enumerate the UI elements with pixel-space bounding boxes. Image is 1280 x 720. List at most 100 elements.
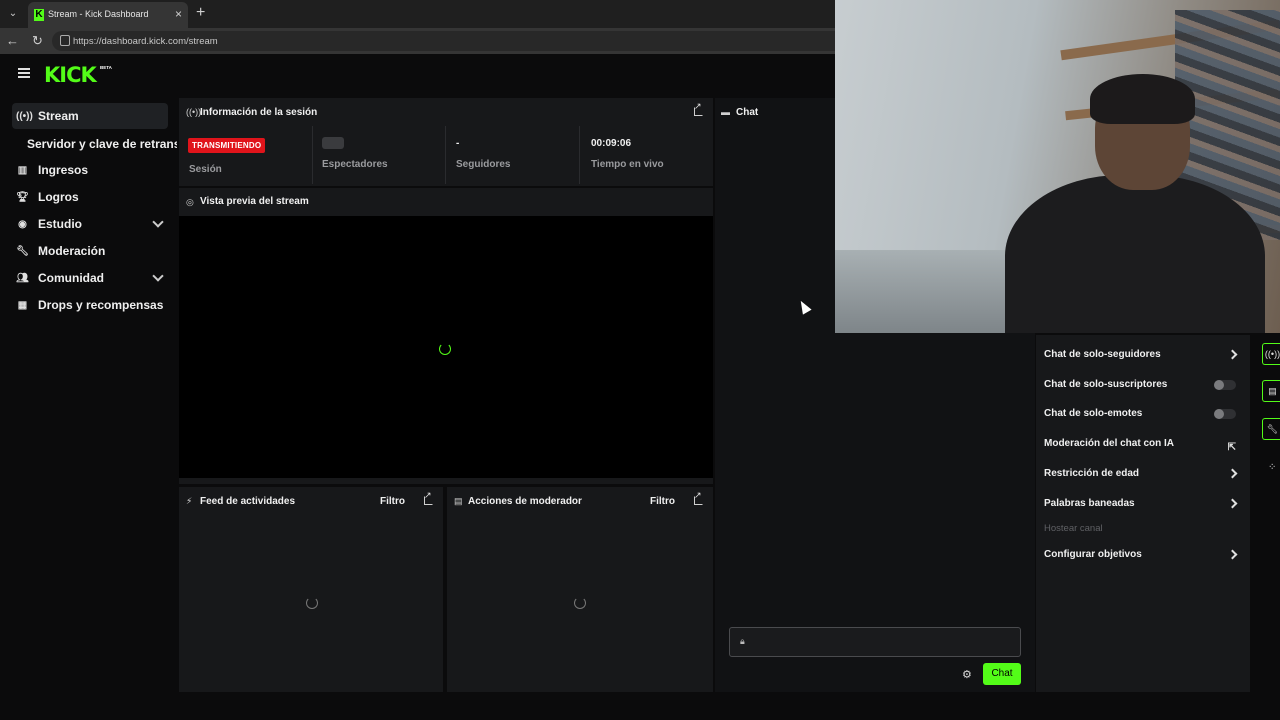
sidebar-item-stream[interactable]: ((•)) Stream — [12, 103, 168, 129]
panel-title: Feed de actividades — [200, 496, 296, 507]
panel-title: Información de la sesión — [200, 107, 318, 118]
kick-logo[interactable]: KICK — [44, 63, 97, 87]
subscribers-only-toggle[interactable] — [1214, 380, 1236, 390]
sidebar: ((•)) Stream ▥ Ingresos 🏆︎ Logros ◉ Estu… — [0, 96, 178, 696]
streamer-hair — [1090, 74, 1195, 124]
setting-label: Chat de solo-seguidores — [1044, 349, 1161, 360]
filter-button[interactable]: Filtro — [650, 496, 675, 507]
chevron-right-icon — [1227, 349, 1238, 360]
loading-spinner — [439, 343, 451, 355]
sidebar-item-estudio[interactable]: ◉ Estudio — [12, 211, 168, 237]
streamer — [985, 74, 1265, 333]
popout-icon[interactable] — [694, 490, 703, 505]
moderator-actions-panel: ▤ Acciones de moderador Filtro — [447, 487, 713, 692]
activity-feed-panel: ⚡︎ Feed de actividades Filtro — [179, 487, 443, 692]
stat-viewers: Espectadores — [312, 126, 446, 184]
reload-icon[interactable]: ↻ — [32, 33, 43, 49]
setting-label: Chat de solo-suscriptores — [1044, 379, 1168, 390]
streamer-body — [1005, 175, 1265, 333]
tab-title: Stream - Kick Dashboard — [48, 9, 149, 19]
panel-title: Acciones de moderador — [468, 496, 582, 507]
wrench-icon: 🔧︎ — [16, 245, 29, 257]
chevron-down-icon[interactable] — [152, 216, 164, 228]
kick-favicon-icon: K — [34, 9, 44, 21]
broadcast-icon: ((•)) — [186, 107, 202, 117]
chat-send-button[interactable]: Chat — [983, 663, 1021, 685]
setting-label: Palabras baneadas — [1044, 498, 1135, 509]
sidebar-item-label: Comunidad — [38, 271, 104, 285]
sidebar-item-drops[interactable]: ▦ Drops y recompensas — [12, 292, 178, 318]
stat-session: TRANSMITIENDO Sesión — [179, 126, 313, 184]
beta-badge: BETA — [100, 65, 112, 70]
chevron-down-icon[interactable] — [152, 270, 164, 282]
chat-settings-menu: Chat de solo-seguidores Chat de solo-sus… — [1036, 335, 1250, 692]
back-arrow-icon[interactable]: ← — [6, 33, 19, 48]
sidebar-item-label: Logros — [38, 190, 79, 204]
popout-icon[interactable] — [694, 101, 703, 116]
setting-emotes-only: Chat de solo-emotes — [1044, 404, 1244, 424]
sidebar-item-ingresos[interactable]: ▥ Ingresos — [12, 157, 168, 183]
url-text: https://dashboard.kick.com/stream — [73, 36, 218, 47]
url-field[interactable]: https://dashboard.kick.com/stream — [52, 31, 852, 51]
panel-title: Vista previa del stream — [200, 196, 309, 207]
sidebar-item-label: Moderación — [38, 244, 106, 258]
broadcast-icon: ((•)) — [16, 110, 33, 122]
more-options-icon[interactable]: ⁘ — [1268, 462, 1276, 473]
loading-spinner — [574, 597, 586, 609]
site-info-icon[interactable] — [60, 35, 70, 46]
setting-label: Configurar objetivos — [1044, 549, 1142, 560]
trophy-icon: 🏆︎ — [16, 191, 29, 203]
chevron-right-icon — [1227, 468, 1238, 479]
sidebar-subitem-stream-key[interactable]: Servidor y clave de retransmisión — [27, 137, 177, 151]
stat-value: 00:09:06 — [591, 138, 632, 149]
tab-list-chevron-icon[interactable]: ⌄ — [4, 5, 22, 23]
lock-icon: 🔒︎ — [740, 636, 745, 646]
preview-icon: ◎ — [186, 197, 194, 207]
chevron-right-icon — [1227, 498, 1238, 509]
live-badge: TRANSMITIENDO — [188, 138, 266, 153]
palette-icon: ◉ — [18, 218, 27, 230]
chevron-right-icon — [1227, 549, 1238, 560]
setting-ai-moderation[interactable]: Moderación del chat con IA ⇱ — [1044, 434, 1244, 454]
tab-close-icon[interactable]: × — [175, 7, 182, 21]
session-info-header: ((•)) Información de la sesión — [179, 98, 713, 126]
stat-label: Espectadores — [322, 159, 388, 170]
chat-bubble-icon: ▬ — [721, 107, 730, 117]
setting-label: Chat de solo-emotes — [1044, 408, 1143, 419]
stat-label: Sesión — [189, 164, 222, 175]
loading-placeholder — [322, 137, 344, 149]
layout-icon[interactable]: ▤ — [1262, 380, 1280, 402]
sidebar-item-comunidad[interactable]: 👥︎ Comunidad — [12, 265, 168, 291]
sidebar-item-label: Estudio — [38, 217, 82, 231]
gift-icon: ▦ — [17, 299, 28, 311]
session-stats: TRANSMITIENDO Sesión Espectadores - Segu… — [179, 126, 713, 184]
emotes-only-toggle[interactable] — [1214, 409, 1236, 419]
stat-label: Tiempo en vivo — [591, 159, 664, 170]
setting-configure-goals[interactable]: Configurar objetivos — [1044, 545, 1244, 565]
popout-icon[interactable] — [424, 490, 433, 505]
browser-tab[interactable]: K Stream - Kick Dashboard × — [28, 2, 188, 28]
setting-label: Moderación del chat con IA — [1044, 438, 1175, 449]
setting-followers-only[interactable]: Chat de solo-seguidores — [1044, 345, 1244, 365]
setting-age-restriction[interactable]: Restricción de edad — [1044, 464, 1244, 484]
webcam-overlay — [835, 0, 1280, 333]
broadcast-icon[interactable]: ((•)) — [1262, 343, 1280, 365]
sidebar-item-moderacion[interactable]: 🔧︎ Moderación — [12, 238, 168, 264]
chat-message-input[interactable]: 🔒︎ — [729, 627, 1021, 657]
hamburger-menu-icon[interactable] — [18, 68, 30, 78]
stat-label: Seguidores — [456, 159, 511, 170]
gear-icon[interactable]: ⚙ — [962, 668, 972, 681]
sidebar-item-logros[interactable]: 🏆︎ Logros — [12, 184, 168, 210]
filter-button[interactable]: Filtro — [380, 496, 405, 507]
stream-preview-video[interactable] — [179, 216, 713, 478]
stat-live-time: 00:09:06 Tiempo en vivo — [581, 126, 715, 184]
stream-preview-header: ◎ Vista previa del stream — [179, 188, 713, 214]
setting-label: Hostear canal — [1044, 523, 1103, 534]
setting-banned-words[interactable]: Palabras baneadas — [1044, 494, 1244, 514]
setting-subscribers-only: Chat de solo-suscriptores — [1044, 375, 1244, 395]
session-info-panel: ((•)) Información de la sesión TRANSMITI… — [179, 98, 713, 186]
panel-title: Chat — [736, 107, 759, 118]
wrench-icon[interactable]: 🔧︎ — [1262, 418, 1280, 440]
new-tab-icon[interactable]: + — [196, 4, 205, 22]
sidebar-item-label: Stream — [38, 109, 79, 123]
